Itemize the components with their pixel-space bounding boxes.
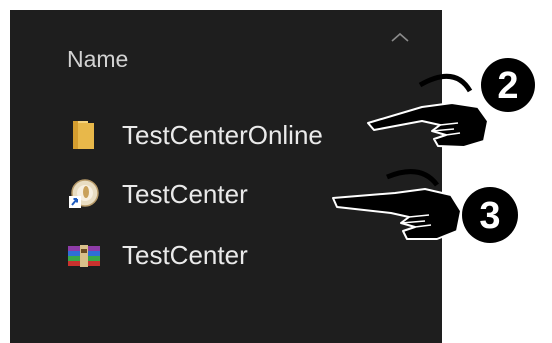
step-3-number: 3 — [479, 195, 500, 237]
list-item-testcenter-shortcut[interactable]: TestCenter — [66, 174, 248, 214]
step-3-pointing-hand-callout: 3 — [332, 169, 518, 243]
list-item-label: TestCenter — [122, 239, 248, 270]
folder-icon — [73, 121, 94, 149]
list-item-label: TestCenterOnline — [122, 119, 323, 150]
step-2-number: 2 — [497, 65, 518, 107]
sort-ascending-chevron-icon[interactable] — [386, 28, 414, 48]
list-item-testcenteronline[interactable]: TestCenterOnline — [66, 115, 323, 155]
name-column-header[interactable]: Name — [67, 46, 128, 73]
winrar-archive-icon — [68, 245, 100, 267]
list-item-label: TestCenter — [122, 178, 248, 209]
application-shortcut-icon — [69, 179, 99, 208]
pointing-hand-icon — [332, 169, 462, 240]
pointing-hand-icon — [367, 73, 489, 148]
step-2-pointing-hand-callout: 2 — [367, 58, 535, 148]
list-item-testcenter-archive[interactable]: TestCenter — [66, 235, 248, 275]
